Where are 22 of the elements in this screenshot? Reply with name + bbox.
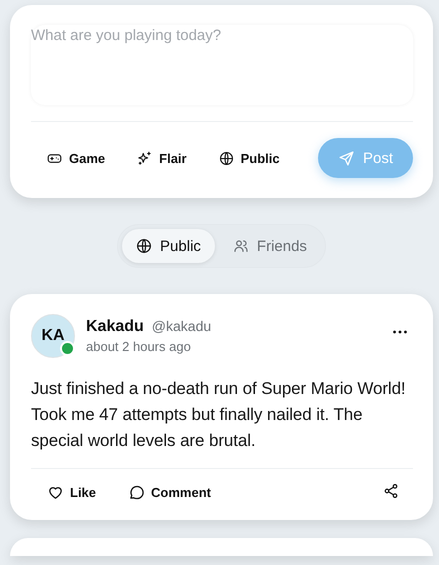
heart-icon: [47, 484, 64, 501]
send-icon: [338, 150, 355, 166]
game-button[interactable]: Game: [31, 144, 122, 172]
post-text: Just finished a no-death run of Super Mario World! Took me 47 attempts but finally nailed it. The special world levels are brutal.: [31, 378, 407, 452]
filter-tab[interactable]: Public: [122, 229, 215, 263]
user-name[interactable]: Kakadu: [86, 318, 144, 336]
public-button[interactable]: Public: [202, 144, 296, 172]
user-handle: @kakadu: [152, 318, 212, 334]
speech-bubble-icon: [128, 484, 146, 501]
users-icon: [232, 238, 249, 254]
comment-button[interactable]: Comment: [112, 475, 227, 510]
user-avatar[interactable]: KA: [31, 314, 75, 358]
globe-icon: [136, 238, 152, 254]
sparkles-icon: [137, 150, 152, 166]
globe-icon: [218, 150, 234, 166]
flair-button[interactable]: Flair: [121, 144, 203, 172]
filter-tab[interactable]: Friends: [218, 229, 321, 263]
avatar-initials: KA: [41, 327, 65, 345]
post-time: about 2 hours ago: [86, 339, 191, 354]
share-icon: [383, 483, 399, 499]
more-icon: [393, 330, 407, 334]
like-button[interactable]: Like: [31, 475, 112, 510]
